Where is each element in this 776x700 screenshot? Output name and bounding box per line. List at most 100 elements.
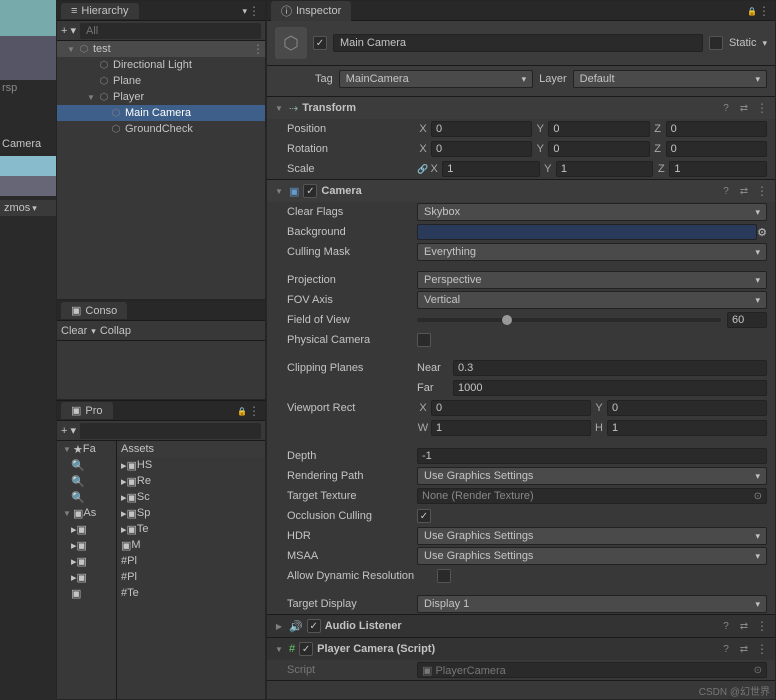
link-icon[interactable] [417, 163, 428, 175]
depth-field[interactable] [417, 448, 767, 464]
asset-item[interactable]: ▸▣ HS [117, 457, 265, 473]
panel-menu-icon[interactable] [247, 4, 261, 18]
picker-icon[interactable] [757, 226, 767, 239]
position-z[interactable] [666, 121, 767, 137]
hierarchy-search[interactable] [80, 23, 261, 39]
texture-field[interactable]: None (Render Texture) [417, 488, 767, 504]
foldout-icon[interactable] [65, 43, 77, 55]
transform-header[interactable]: ⇢ Transform [267, 97, 775, 119]
component-menu-icon[interactable] [755, 184, 769, 198]
hierarchy-item-maincamera[interactable]: Main Camera [57, 105, 265, 121]
create-dropdown[interactable]: + ▾ [61, 24, 76, 37]
viewport-w[interactable] [431, 420, 591, 436]
fav-search[interactable]: 🔍 [57, 457, 116, 473]
camera-preview[interactable] [0, 156, 56, 196]
position-x[interactable] [431, 121, 532, 137]
panel-menu-icon[interactable] [757, 4, 771, 18]
help-icon[interactable] [719, 101, 733, 115]
rotation-y[interactable] [548, 141, 649, 157]
folder-row[interactable]: ▸▣ [57, 521, 116, 537]
audio-header[interactable]: 🔊 Audio Listener [267, 615, 775, 637]
preset-icon[interactable] [737, 642, 751, 656]
foldout-icon[interactable] [85, 91, 97, 103]
hierarchy-item-groundcheck[interactable]: GroundCheck [57, 121, 265, 137]
folder-row[interactable]: ▸▣ [57, 537, 116, 553]
component-menu-icon[interactable] [755, 619, 769, 633]
help-icon[interactable] [719, 619, 733, 633]
folder-row[interactable]: ▸▣ [57, 569, 116, 585]
asset-item[interactable]: # Pl [117, 569, 265, 585]
scale-z[interactable] [669, 161, 767, 177]
player-camera-header[interactable]: # Player Camera (Script) [267, 638, 775, 660]
gizmos-dropdown[interactable]: zmos [0, 200, 56, 216]
help-icon[interactable] [719, 184, 733, 198]
hdr-dropdown[interactable]: Use Graphics Settings [417, 527, 767, 545]
camera-header[interactable]: ▣ Camera [267, 180, 775, 202]
asset-item[interactable]: # Pl [117, 553, 265, 569]
fav-search[interactable]: 🔍 [57, 489, 116, 505]
position-y[interactable] [548, 121, 649, 137]
tag-dropdown[interactable]: MainCamera [339, 70, 533, 88]
preset-icon[interactable] [737, 101, 751, 115]
scene-preview[interactable] [0, 0, 56, 80]
project-search[interactable] [80, 423, 261, 439]
asset-item[interactable]: ▸▣ Sp [117, 505, 265, 521]
hierarchy-item-light[interactable]: Directional Light [57, 57, 265, 73]
active-checkbox[interactable] [313, 36, 327, 50]
asset-item[interactable]: # Te [117, 585, 265, 601]
rotation-x[interactable] [431, 141, 532, 157]
fov-axis-dropdown[interactable]: Vertical [417, 291, 767, 309]
near-field[interactable] [453, 360, 767, 376]
clear-button[interactable]: Clear [61, 325, 87, 337]
folder-row[interactable]: ▸▣ [57, 553, 116, 569]
component-menu-icon[interactable] [755, 101, 769, 115]
msaa-dropdown[interactable]: Use Graphics Settings [417, 547, 767, 565]
tab-console[interactable]: ▣Conso [61, 302, 127, 319]
scale-y[interactable] [556, 161, 654, 177]
preset-icon[interactable] [737, 184, 751, 198]
asset-item[interactable]: ▣ M [117, 537, 265, 553]
foldout-icon[interactable] [273, 185, 285, 197]
help-icon[interactable] [719, 642, 733, 656]
asset-item[interactable]: ▸▣ Te [117, 521, 265, 537]
tab-project[interactable]: ▣Pro [61, 402, 113, 419]
panel-menu-icon[interactable] [247, 404, 261, 418]
assets-row[interactable]: ▣ As [57, 505, 116, 521]
object-name-field[interactable] [333, 34, 703, 52]
foldout-icon[interactable] [273, 620, 285, 632]
culling-dropdown[interactable]: Everything [417, 243, 767, 261]
occlusion-checkbox[interactable] [417, 509, 431, 523]
static-checkbox[interactable] [709, 36, 723, 50]
script-field[interactable]: ▣ PlayerCamera [417, 662, 767, 678]
rendering-dropdown[interactable]: Use Graphics Settings [417, 467, 767, 485]
scene-row[interactable]: test [57, 41, 265, 57]
camera-enabled-checkbox[interactable] [303, 184, 317, 198]
physical-checkbox[interactable] [417, 333, 431, 347]
foldout-icon[interactable] [273, 643, 285, 655]
far-field[interactable] [453, 380, 767, 396]
breadcrumb-assets[interactable]: Assets [117, 441, 265, 457]
folder-row[interactable]: ▣ [57, 585, 116, 601]
asset-item[interactable]: ▸▣ Sc [117, 489, 265, 505]
scene-menu-icon[interactable] [251, 42, 265, 56]
audio-enabled-checkbox[interactable] [307, 619, 321, 633]
fov-field[interactable] [727, 312, 767, 328]
lock-icon[interactable] [747, 5, 757, 17]
fov-slider[interactable] [417, 318, 721, 322]
scale-x[interactable] [442, 161, 540, 177]
preset-icon[interactable] [737, 619, 751, 633]
viewport-y[interactable] [607, 400, 767, 416]
static-dropdown-icon[interactable] [762, 37, 767, 49]
component-menu-icon[interactable] [755, 642, 769, 656]
foldout-icon[interactable] [273, 102, 285, 114]
hierarchy-item-player[interactable]: Player [57, 89, 265, 105]
layer-dropdown[interactable]: Default [573, 70, 767, 88]
favorites-row[interactable]: ★ Fa [57, 441, 116, 457]
rotation-z[interactable] [666, 141, 767, 157]
dynamic-checkbox[interactable] [437, 569, 451, 583]
script-enabled-checkbox[interactable] [299, 642, 313, 656]
viewport-h[interactable] [607, 420, 767, 436]
create-dropdown[interactable]: + ▾ [61, 424, 76, 437]
lock-icon[interactable] [237, 405, 247, 417]
hierarchy-item-plane[interactable]: Plane [57, 73, 265, 89]
